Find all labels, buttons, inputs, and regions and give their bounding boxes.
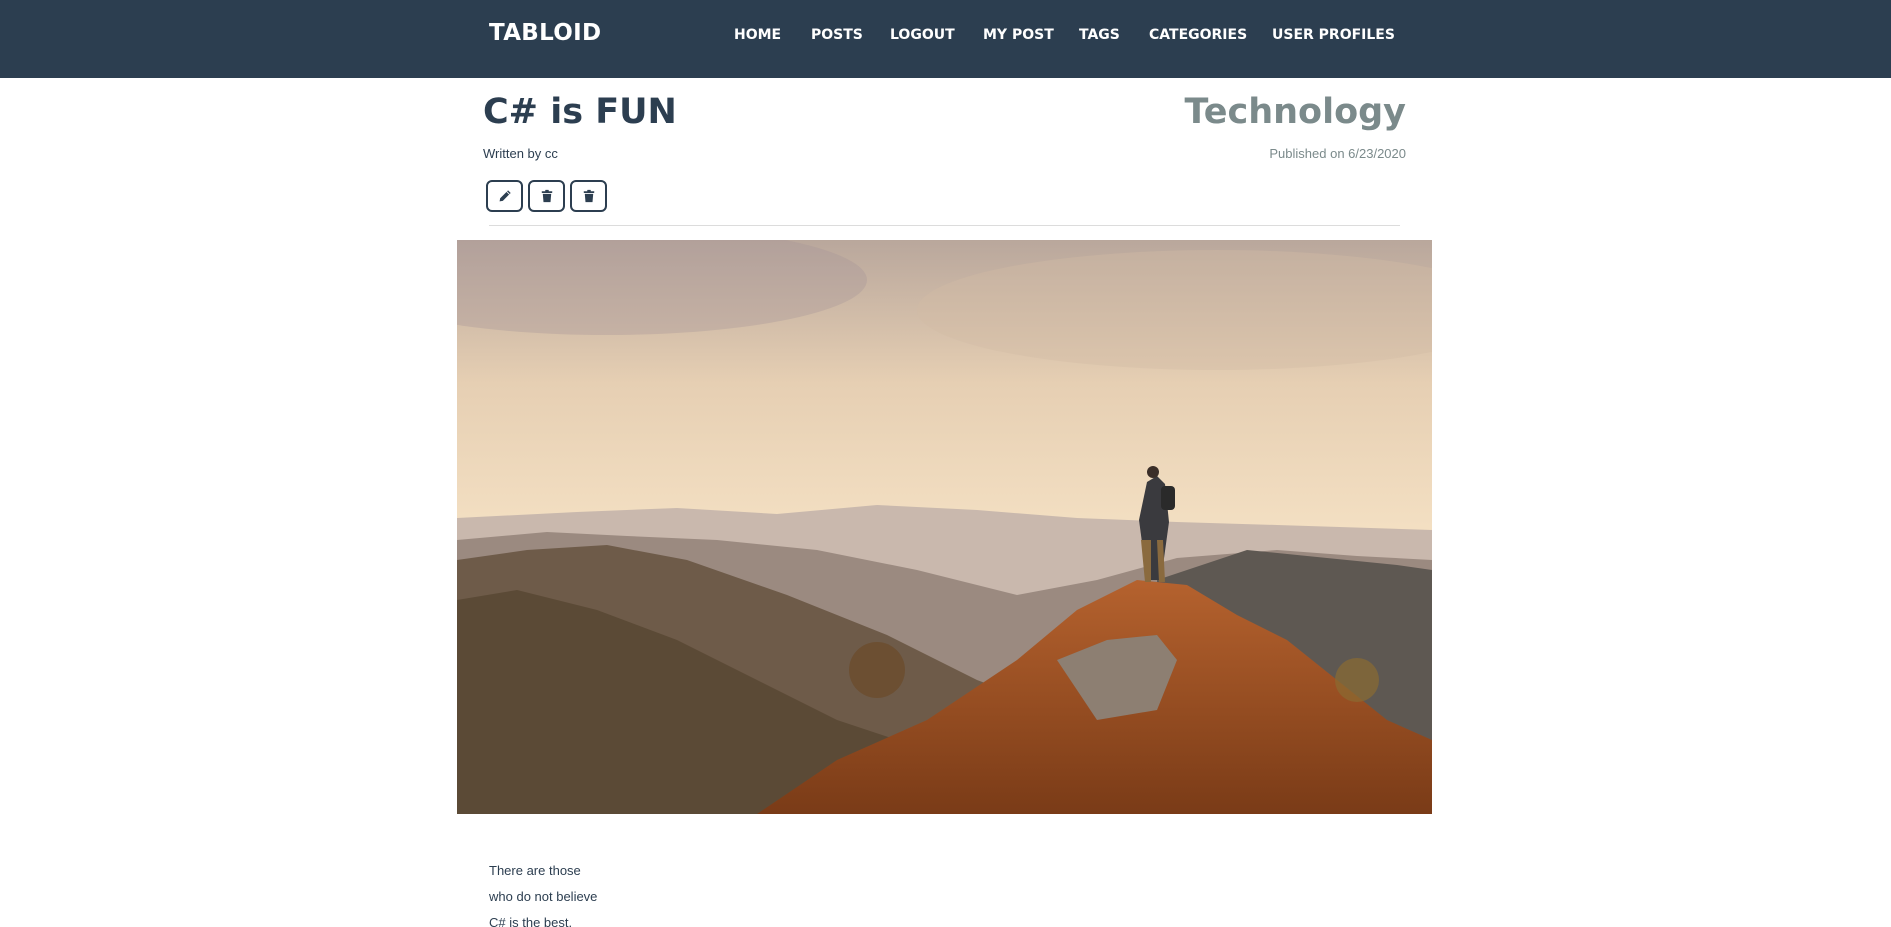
post-author: Written by cc xyxy=(483,146,558,161)
nav-item-categories: CATEGORIES xyxy=(1149,26,1247,44)
pencil-icon xyxy=(499,190,511,202)
nav-item-user-profiles: USER PROFILES xyxy=(1272,26,1395,44)
delete-post-button[interactable] xyxy=(528,180,565,212)
edit-post-button[interactable] xyxy=(486,180,523,212)
nav-item-posts: POSTS xyxy=(811,26,863,44)
delete-post-button-2[interactable] xyxy=(570,180,607,212)
nav-item-my-post: MY POST xyxy=(983,26,1054,44)
post-header-image xyxy=(457,240,1432,814)
content-line: C# is the best. xyxy=(489,915,573,927)
content-line: who do not believe xyxy=(489,889,598,904)
nav-link-tags[interactable]: TAGS xyxy=(1079,27,1120,43)
trash-icon xyxy=(583,189,594,203)
nav-item-logout: LOGOUT xyxy=(890,26,955,44)
nav-link-user-profiles[interactable]: USER PROFILES xyxy=(1272,27,1395,43)
nav-link-home[interactable]: HOME xyxy=(734,27,781,43)
post-title: C# is FUN xyxy=(483,92,677,132)
nav-link-my-post[interactable]: MY POST xyxy=(983,27,1054,43)
nav-link-categories[interactable]: CATEGORIES xyxy=(1149,27,1247,43)
trash-icon xyxy=(541,189,552,203)
content-line: There are those xyxy=(489,863,581,878)
post-published-date: Published on 6/23/2020 xyxy=(1269,146,1406,161)
nav-item-home: HOME xyxy=(734,26,781,44)
nav-item-tags: TAGS xyxy=(1079,26,1120,44)
post-content: There are those who do not believe C# is… xyxy=(489,858,597,927)
header-divider xyxy=(489,225,1400,226)
top-navbar: TABLOID HOME POSTS LOGOUT MY POST TAGS C… xyxy=(0,0,1891,78)
post-category: Technology xyxy=(1184,92,1406,132)
nav-link-posts[interactable]: POSTS xyxy=(811,27,863,43)
nav-link-logout[interactable]: LOGOUT xyxy=(890,27,955,43)
brand-link[interactable]: TABLOID xyxy=(489,20,601,46)
